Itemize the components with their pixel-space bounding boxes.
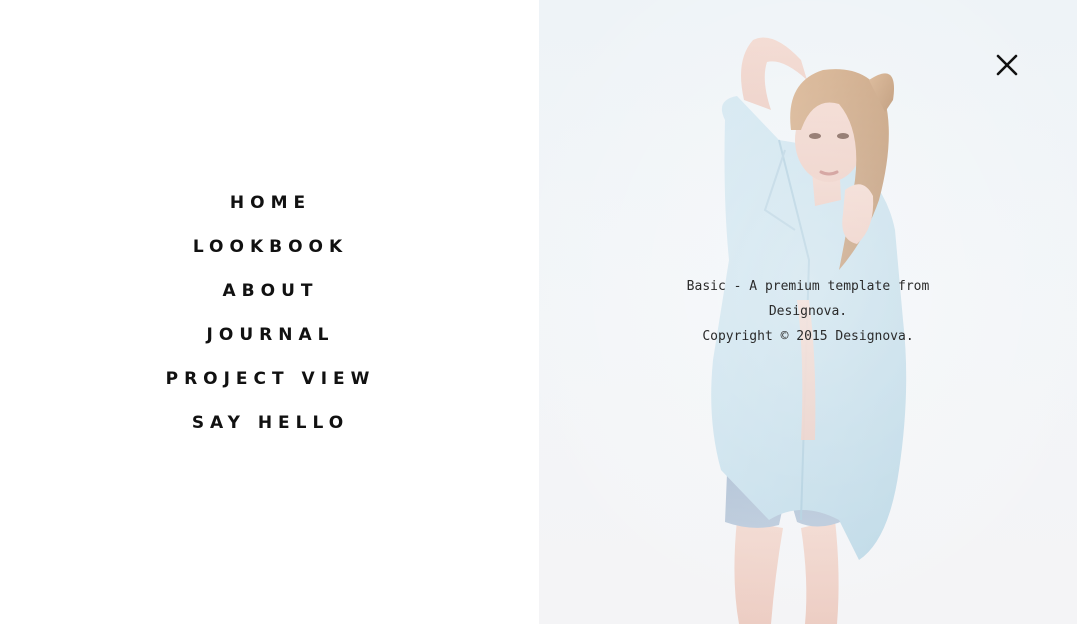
- menu-link-home[interactable]: HOME: [224, 193, 311, 213]
- menu-link-lookbook[interactable]: LOOKBOOK: [187, 237, 348, 257]
- menu-link-journal[interactable]: JOURNAL: [201, 325, 335, 345]
- menu-link-about[interactable]: ABOUT: [217, 281, 319, 301]
- menu-overlay: HOME LOOKBOOK ABOUT JOURNAL PROJECT VIEW…: [0, 0, 1077, 624]
- credits-line-2: Designova.: [768, 304, 848, 319]
- menu-item-say-hello: SAY HELLO: [0, 401, 535, 445]
- navigation-menu: HOME LOOKBOOK ABOUT JOURNAL PROJECT VIEW…: [0, 181, 535, 445]
- menu-item-project-view: PROJECT VIEW: [0, 357, 535, 401]
- menu-item-home: HOME: [0, 181, 535, 225]
- close-icon: [996, 54, 1018, 76]
- menu-item-journal: JOURNAL: [0, 313, 535, 357]
- menu-link-project-view[interactable]: PROJECT VIEW: [160, 369, 376, 389]
- menu-item-lookbook: LOOKBOOK: [0, 225, 535, 269]
- footer-credits: Basic - A premium template from Designov…: [539, 274, 1077, 349]
- close-menu-button[interactable]: [991, 49, 1023, 81]
- credits-line-1: Basic - A premium template from: [686, 279, 930, 294]
- feature-image-panel: Basic - A premium template from Designov…: [539, 0, 1077, 624]
- navigation-panel: HOME LOOKBOOK ABOUT JOURNAL PROJECT VIEW…: [0, 0, 539, 624]
- copyright-text: Copyright © 2015 Designova.: [702, 329, 914, 344]
- menu-link-say-hello[interactable]: SAY HELLO: [186, 413, 349, 433]
- menu-item-about: ABOUT: [0, 269, 535, 313]
